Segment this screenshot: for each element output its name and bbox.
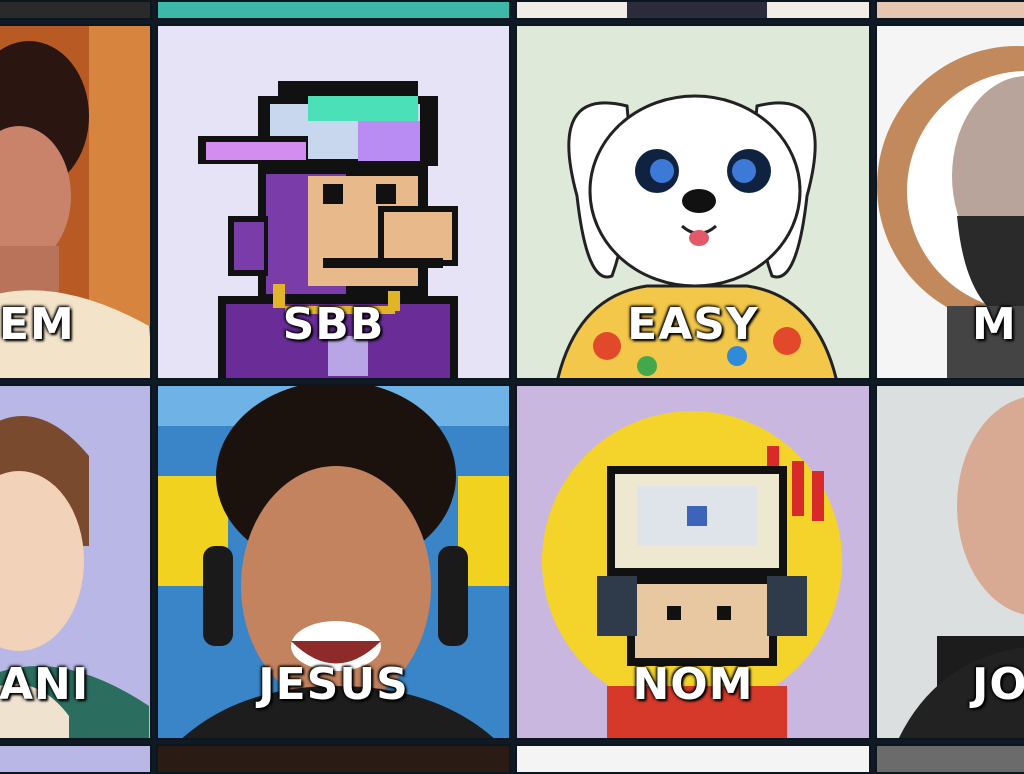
avatar-tile-sbb[interactable]: SBB bbox=[156, 24, 511, 380]
avatar-tile-m[interactable]: M bbox=[875, 24, 1024, 380]
avatar-tile-bottom-1[interactable] bbox=[0, 744, 152, 774]
avatar-label: EASY bbox=[627, 299, 759, 350]
avatar-label: JESUS bbox=[258, 659, 409, 710]
avatar-grid: EM SBB EASY M ANI JESUS NOM JO bbox=[0, 0, 1024, 774]
avatar-tile-jesus[interactable]: JESUS bbox=[156, 384, 511, 740]
avatar-label: ANI bbox=[0, 659, 90, 710]
avatar-label: SBB bbox=[282, 299, 385, 350]
avatar-tile-em[interactable]: EM bbox=[0, 24, 152, 380]
avatar-tile-nom[interactable]: NOM bbox=[515, 384, 871, 740]
avatar-tile-top-4[interactable] bbox=[875, 0, 1024, 20]
avatar-tile-bottom-3[interactable] bbox=[515, 744, 871, 774]
avatar-label: M bbox=[972, 299, 1017, 350]
avatar-tile-bottom-2[interactable] bbox=[156, 744, 511, 774]
avatar-portrait bbox=[627, 2, 767, 18]
avatar-tile-jo[interactable]: JO bbox=[875, 384, 1024, 740]
avatar-tile-top-1[interactable] bbox=[0, 0, 152, 20]
avatar-label: JO bbox=[972, 659, 1024, 710]
avatar-tile-bottom-4[interactable] bbox=[875, 744, 1024, 774]
avatar-label: EM bbox=[0, 299, 75, 350]
avatar-tile-ani[interactable]: ANI bbox=[0, 384, 152, 740]
avatar-label: NOM bbox=[632, 659, 754, 710]
avatar-tile-top-2[interactable] bbox=[156, 0, 511, 20]
avatar-tile-top-3[interactable] bbox=[515, 0, 871, 20]
avatar-tile-easy[interactable]: EASY bbox=[515, 24, 871, 380]
